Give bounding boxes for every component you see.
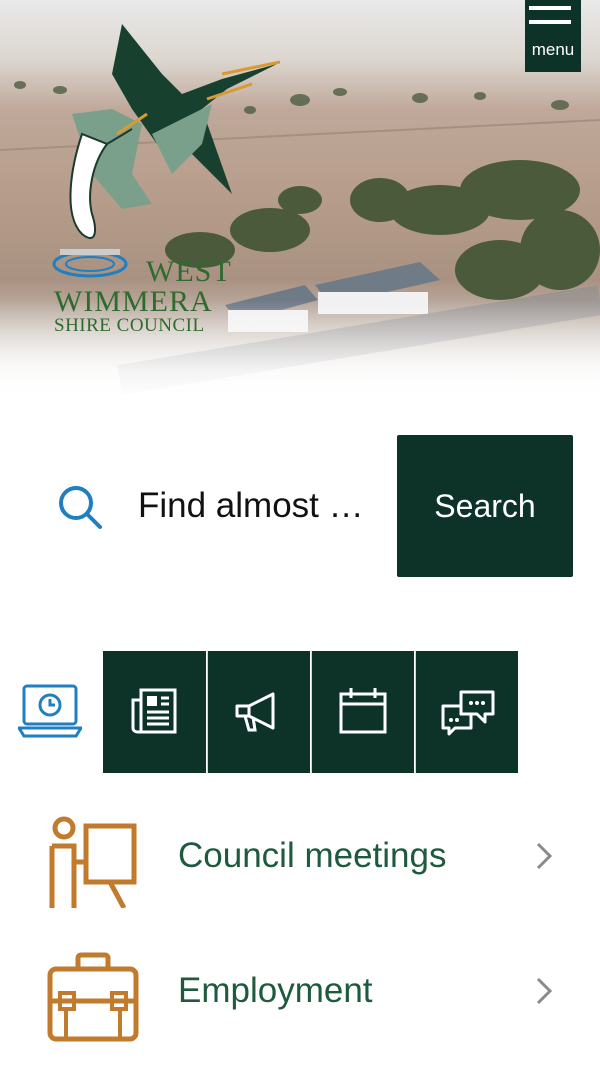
search-input[interactable] xyxy=(138,470,388,542)
quick-links-tabs xyxy=(103,651,519,773)
tab-news[interactable] xyxy=(103,651,206,773)
chevron-right-icon xyxy=(536,977,553,1005)
presenter-board-icon xyxy=(49,816,137,908)
list-item-council-meetings[interactable]: Council meetings xyxy=(0,800,600,920)
hero-banner: WEST WIMMERA SHIRE COUNCIL menu xyxy=(0,0,600,400)
tab-events[interactable] xyxy=(311,651,414,773)
search-icon xyxy=(59,486,102,529)
chevron-right-icon xyxy=(536,842,553,870)
search-button[interactable]: Search xyxy=(397,435,573,577)
tab-have-your-say[interactable] xyxy=(415,651,518,773)
calendar-icon xyxy=(339,688,387,734)
briefcase-icon xyxy=(47,952,139,1042)
menu-bar-icon xyxy=(529,20,571,24)
tab-announcements[interactable] xyxy=(207,651,310,773)
newspaper-icon xyxy=(131,688,177,734)
chat-bubbles-icon xyxy=(441,690,495,736)
menu-button[interactable]: menu xyxy=(525,0,581,72)
laptop-clock-icon[interactable] xyxy=(18,682,82,742)
logo-line-wimmera: WIMMERA xyxy=(54,285,213,318)
megaphone-icon xyxy=(235,692,275,732)
list-item-label: Employment xyxy=(178,971,373,1010)
logo-line-shire-council: SHIRE COUNCIL xyxy=(54,315,205,336)
menu-label: menu xyxy=(531,40,575,59)
logo-line-west: WEST xyxy=(146,255,232,288)
menu-bar-icon xyxy=(529,6,571,10)
list-item-label: Council meetings xyxy=(178,836,447,875)
list-item-employment[interactable]: Employment xyxy=(0,935,600,1055)
